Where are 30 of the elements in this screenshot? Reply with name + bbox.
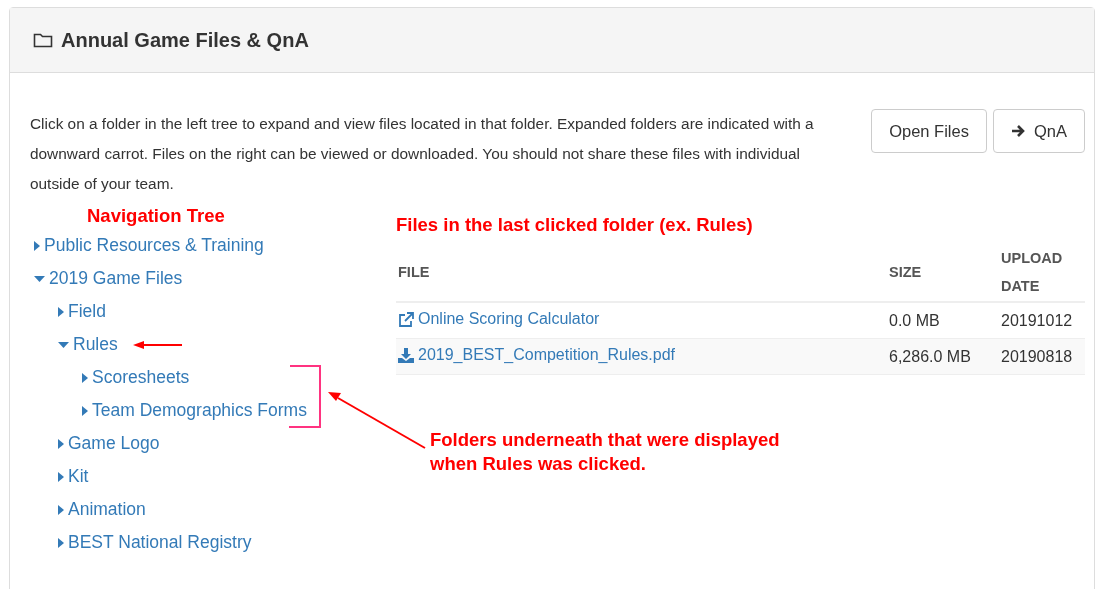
file-link[interactable]: Online Scoring Calculator: [398, 310, 600, 329]
column-header: SIZE: [887, 243, 999, 302]
column-header: UPLOAD DATE: [999, 243, 1085, 302]
qna-button[interactable]: QnA: [992, 109, 1085, 153]
download-icon: [398, 347, 414, 363]
table-cell: 0.0 MB: [887, 302, 999, 339]
open-files-button[interactable]: Open Files: [871, 109, 987, 153]
arrow-right-icon: [1010, 124, 1025, 138]
intro-text: Click on a folder in the left tree to expand and view files located in that folder. Expanded folders are indicated with a downward carrot. Files on the right can be viewed or downloaded. You should not share these files with individual outside of your team.: [30, 114, 815, 194]
table-cell: 20190818: [999, 338, 1085, 375]
panel-title: Annual Game Files & QnA: [61, 28, 309, 52]
annotation-text: Folders underneath that were displayed when Rules was clicked.: [430, 428, 781, 476]
tree-folder-link[interactable]: Kit: [58, 466, 89, 487]
annotation-label: Navigation Tree: [86, 204, 226, 228]
tree-folder-link[interactable]: Scoresheets: [82, 367, 190, 388]
folder-icon: [33, 32, 53, 48]
annotation-label: Files in the last clicked folder (ex. Rules): [396, 213, 754, 237]
tree-folder-link[interactable]: Team Demographics Forms: [82, 400, 307, 421]
tree-folder-link[interactable]: BEST National Registry: [58, 532, 252, 553]
annotation-arrow: [133, 341, 183, 349]
table-cell: 20191012: [999, 302, 1085, 339]
tree-folder-link[interactable]: Game Logo: [58, 433, 160, 454]
external-link-icon: [398, 311, 414, 327]
tree-folder-link[interactable]: 2019 Game Files: [34, 268, 183, 289]
tree-folder-link[interactable]: Rules: [58, 334, 118, 355]
tree-folder-link[interactable]: Public Resources & Training: [34, 235, 264, 256]
tree-folder-link[interactable]: Field: [58, 301, 106, 322]
tree-folder-link[interactable]: Animation: [58, 499, 146, 520]
table-cell: 6,286.0 MB: [887, 338, 999, 375]
column-header: FILE: [396, 243, 887, 302]
